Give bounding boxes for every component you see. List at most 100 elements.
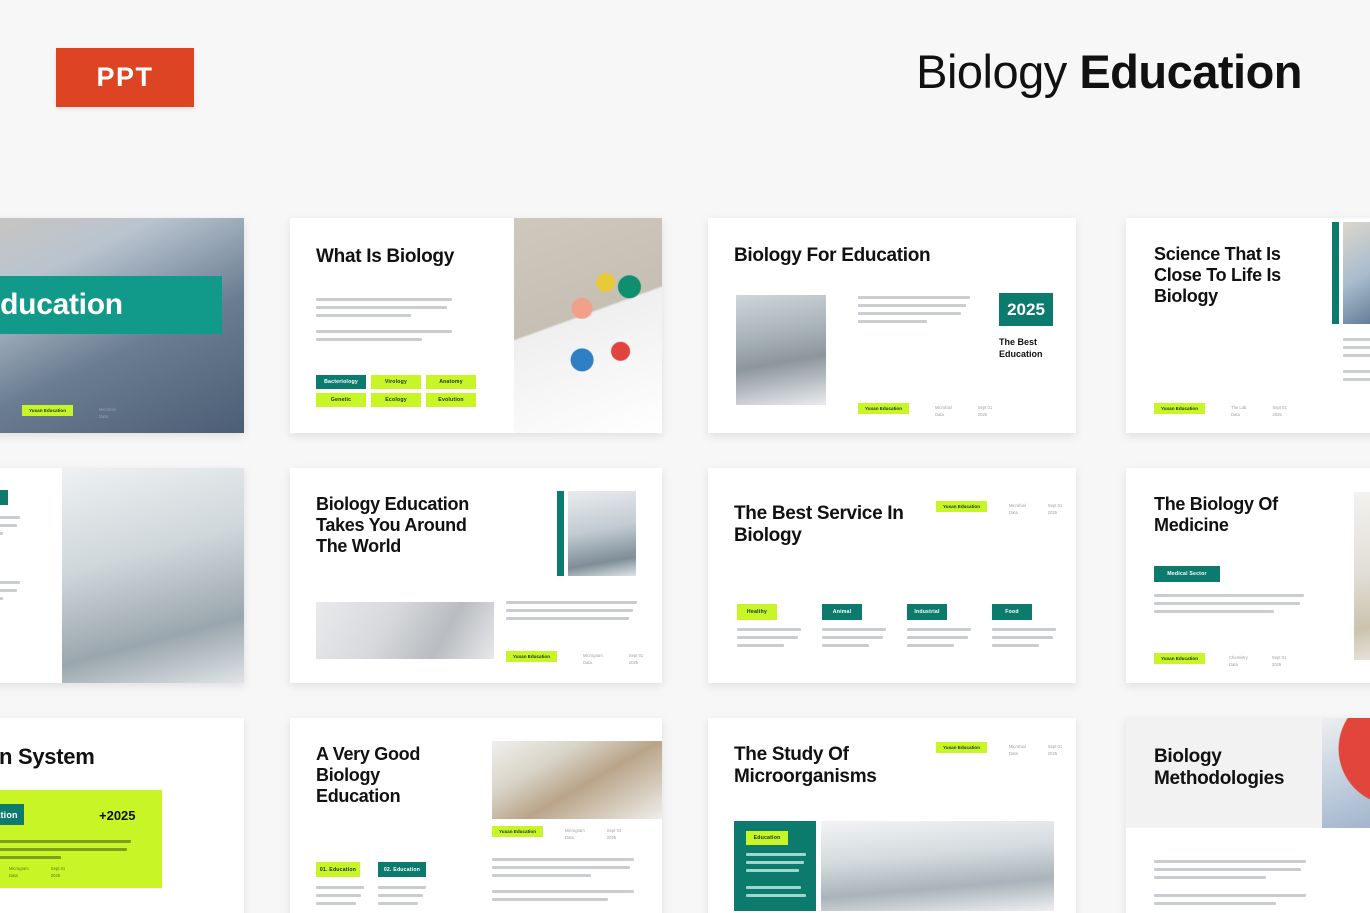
- page-header: PPT Biology Education: [0, 0, 1370, 210]
- panel-chip: Yuxan Education: [0, 804, 24, 825]
- slide-grid: gy Education Yuxan Education Microbial D…: [0, 218, 1370, 913]
- tag-bacteriology[interactable]: Bacteriology: [316, 375, 366, 389]
- slide-thumbnail-body-organ-system[interactable]: dy Organ System Yuxan Education +2025 Yu…: [0, 718, 244, 913]
- tag-ecology[interactable]: Ecology: [371, 393, 421, 407]
- panel-text-2: [746, 886, 806, 902]
- meta-col-1: Chemistry Data: [1229, 655, 1248, 667]
- card-text-healthy: [737, 628, 801, 652]
- meta-col-1: Microgram Data: [583, 653, 603, 665]
- glassware-photo: [1354, 492, 1370, 660]
- step-tag-02[interactable]: 02. Education: [378, 862, 426, 877]
- body-text-block-1: [316, 298, 452, 322]
- mid-badge: Yuxan Education: [492, 826, 544, 837]
- meta-col-1: Microgram Data: [9, 866, 29, 878]
- tag-medical-sector[interactable]: Medical Sector: [1154, 566, 1220, 582]
- meta-col-1: The Lab Data: [1231, 405, 1247, 417]
- meta-col-1: Microbial Data: [935, 405, 952, 417]
- footer-badge: Yuxan Education: [858, 403, 910, 414]
- footer-meta: Yuxan Education Chemistry Data Sept 01 2…: [1154, 653, 1286, 667]
- slide-row-2: Agriculture & Animal Industrial Sector S…: [0, 468, 1370, 718]
- body-text-block-2: [1154, 894, 1306, 910]
- slide-title: The Biology Of Medicine: [1154, 494, 1278, 535]
- panel-footer-meta: Yuxan Education Microgram Data Sept 01 2…: [0, 864, 65, 878]
- cover-meta-1: Microbial Data: [99, 407, 116, 419]
- meta-col-2: Sept 01 2025: [50, 866, 66, 878]
- body-text-block-1: [492, 858, 634, 882]
- slide-thumbnail-best-service[interactable]: The Best Service In Biology Yuxan Educat…: [708, 468, 1076, 683]
- slide-row-3: dy Organ System Yuxan Education +2025 Yu…: [0, 718, 1370, 913]
- slide-thumbnail-takes-you-around-the-world[interactable]: Biology Education Takes You Around The W…: [290, 468, 662, 683]
- body-text-block: [1154, 594, 1304, 618]
- meta-col-2: Sept 01 2025: [606, 828, 622, 840]
- body-text-block-2: [492, 890, 634, 906]
- card-text-food: [992, 628, 1056, 652]
- card-tag-animal[interactable]: Animal: [822, 604, 862, 620]
- body-text-block: [506, 601, 637, 625]
- molecule-photo: [514, 218, 662, 433]
- card-tag-industrial[interactable]: Industrial: [907, 604, 947, 620]
- tubes-photo: [316, 602, 494, 659]
- meta-col-2: Sept 01 2025: [1047, 503, 1063, 515]
- header-badge: Yuxan Education: [936, 742, 988, 753]
- gloves-photo: [1343, 222, 1370, 324]
- slide-thumbnail-what-is-biology[interactable]: What Is Biology Bacteriology Virology An…: [290, 218, 662, 433]
- slide-thumbnail-very-good-biology-education[interactable]: A Very Good Biology Education Yuxan Educ…: [290, 718, 662, 913]
- panel-tag-education[interactable]: Education: [746, 831, 788, 845]
- body-text-block: [858, 296, 970, 328]
- card-tag-healthy[interactable]: Healthy: [737, 604, 777, 620]
- scientists-photo: [736, 295, 826, 405]
- tag-agriculture-animal[interactable]: Agriculture & Animal: [0, 490, 8, 505]
- footer-badge: Yuxan Education: [1154, 653, 1206, 664]
- slide-thumbnail-biology-methodologies[interactable]: Biology Methodologies Yuxan Education: [1126, 718, 1370, 913]
- panel-text: [0, 840, 131, 864]
- slide-title: The Study Of Microorganisms: [734, 744, 877, 788]
- slide-title: Biology For Education: [734, 245, 931, 266]
- page-title-bold: Education: [1079, 45, 1302, 98]
- card-tag-food[interactable]: Food: [992, 604, 1032, 620]
- slide-thumbnail-study-of-microorganisms[interactable]: The Study Of Microorganisms Yuxan Educat…: [708, 718, 1076, 913]
- page-title: Biology Education: [916, 44, 1302, 99]
- cover-title: gy Education: [0, 288, 123, 321]
- presentation-preview-page: PPT Biology Education gy Education Yuxan…: [0, 0, 1370, 913]
- slide-thumbnail-biology-of-medicine[interactable]: The Biology Of Medicine Medical Sector Y…: [1126, 468, 1370, 683]
- slide-thumbnail-cover[interactable]: gy Education Yuxan Education Microbial D…: [0, 218, 244, 433]
- step-tag-01[interactable]: 01. Education: [316, 862, 360, 877]
- slide-row-1: gy Education Yuxan Education Microbial D…: [0, 218, 1370, 468]
- panel-text-1: [746, 853, 806, 877]
- meta-col-1: Microbial Data: [1009, 744, 1026, 756]
- footer-meta: Yuxan Education The Lab Data Sept 01 202…: [1154, 403, 1287, 417]
- slide-title: A Very Good Biology Education: [316, 744, 421, 806]
- tag-anatomy[interactable]: Anatomy: [426, 375, 476, 389]
- year-box: 2025: [999, 293, 1053, 326]
- lab-bench-photo: [62, 468, 244, 683]
- header-badge: Yuxan Education: [936, 501, 988, 512]
- ppt-badge-label: PPT: [96, 62, 154, 92]
- body-text-block-1: [0, 516, 20, 540]
- meta-col-1: Microgram Data: [565, 828, 585, 840]
- footer-badge: Yuxan Education: [506, 651, 558, 662]
- cover-badge: Yuxan Education: [22, 405, 74, 416]
- meta-col-2: Sept 01 2025: [1271, 655, 1287, 667]
- teal-accent-bar: [557, 491, 564, 576]
- slide-title: The Best Service In Biology: [734, 503, 904, 547]
- meta-col-2: Sept 01 2025: [977, 405, 993, 417]
- tag-evolution[interactable]: Evolution: [426, 393, 476, 407]
- tag-genetic[interactable]: Genetic: [316, 393, 366, 407]
- tag-virology[interactable]: Virology: [371, 375, 421, 389]
- cover-title-band: gy Education: [0, 276, 222, 334]
- card-text-animal: [822, 628, 886, 652]
- meta-col-2: Sept 01 2025: [1047, 744, 1063, 756]
- header-meta: Yuxan Education Microbial Data Sept 01 2…: [936, 501, 1062, 515]
- plus-year-label: +2025: [99, 808, 136, 823]
- slide-thumbnail-science-close-to-life[interactable]: Science That Is Close To Life Is Biology…: [1126, 218, 1370, 433]
- year-caption: The Best Education: [999, 337, 1043, 360]
- body-text-block-1: [1343, 338, 1370, 362]
- meta-col-2: Sept 01 2025: [1272, 405, 1287, 417]
- slide-thumbnail-agriculture-animal[interactable]: Agriculture & Animal Industrial Sector S…: [0, 468, 244, 683]
- ppt-format-badge: PPT: [56, 48, 194, 107]
- meta-col-2: Sept 01 2025: [628, 653, 644, 665]
- footer-meta: Yuxan Education Microbial Data Sept 01 2…: [858, 403, 992, 417]
- body-text-block-2: [316, 330, 452, 346]
- slide-thumbnail-biology-for-education[interactable]: Biology For Education 2025 The Best Educ…: [708, 218, 1076, 433]
- whiteboard-photo: [492, 741, 662, 819]
